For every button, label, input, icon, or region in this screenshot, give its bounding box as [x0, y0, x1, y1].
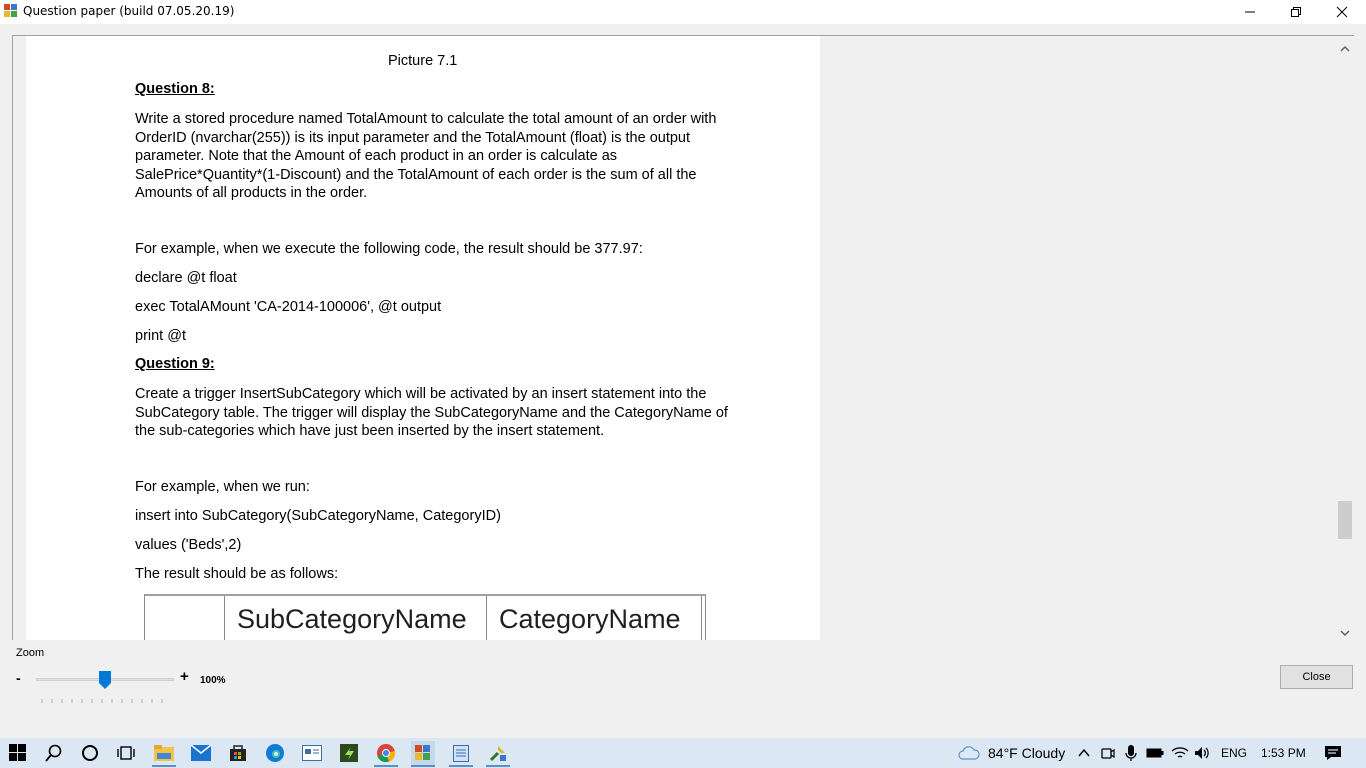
- question-9-example-intro: For example, when we run:: [135, 479, 310, 495]
- question-8-line: Write a stored procedure named TotalAmou…: [135, 111, 717, 127]
- question-8-heading: Question 8:: [135, 81, 215, 97]
- chevron-up-icon[interactable]: [1072, 741, 1096, 765]
- microphone-icon[interactable]: [1119, 741, 1143, 765]
- question-8-code-line: exec TotalAMount 'CA-2014-100006', @t ou…: [135, 299, 442, 315]
- zoom-level-value: 100%: [200, 675, 226, 686]
- mail-icon[interactable]: [189, 741, 213, 765]
- notepad-icon[interactable]: [449, 741, 473, 765]
- title-bar: Question paper (build 07.05.20.19): [0, 0, 1366, 24]
- chrome-icon[interactable]: [374, 741, 398, 765]
- weather-icon[interactable]: [957, 741, 981, 765]
- scroll-up-icon[interactable]: [1340, 41, 1350, 52]
- scroll-down-icon[interactable]: [1340, 625, 1350, 637]
- windows-start-icon[interactable]: [6, 741, 30, 765]
- question-9-line: Create a trigger InsertSubCategory which…: [135, 386, 707, 402]
- task-view-icon[interactable]: [114, 741, 138, 765]
- question-paper-app-icon[interactable]: [411, 741, 435, 765]
- zoom-panel: Zoom - + 100% Close: [0, 642, 1366, 738]
- question-8-code-line: print @t: [135, 328, 186, 344]
- active-indicator: [486, 765, 510, 767]
- zoom-label: Zoom: [16, 647, 45, 659]
- zoom-slider-ticks: [41, 690, 173, 703]
- minimize-button[interactable]: [1227, 0, 1273, 24]
- vertical-scrollbar[interactable]: [1335, 36, 1354, 640]
- weather-text[interactable]: 84°F Cloudy: [988, 745, 1065, 761]
- question-9-code-line: values ('Beds',2): [135, 537, 242, 553]
- table-header-cell: SubCategoryName: [225, 596, 487, 640]
- meet-now-icon[interactable]: [1096, 741, 1120, 765]
- question-8-line: OrderID (nvarchar(255)) is its input par…: [135, 129, 691, 146]
- table-header-cell: [145, 596, 225, 640]
- close-button[interactable]: Close: [1280, 665, 1353, 689]
- zoom-slider-thumb[interactable]: [99, 671, 111, 689]
- scrollbar-thumb[interactable]: [1338, 501, 1352, 539]
- active-indicator: [374, 765, 398, 767]
- taskbar: 84°F Cloudy ENG 1:53 PM: [0, 738, 1366, 768]
- question-9-line: the sub-categories which have just been …: [135, 423, 605, 439]
- cortana-icon[interactable]: [78, 741, 102, 765]
- clock[interactable]: 1:53 PM: [1261, 746, 1306, 760]
- document-viewer[interactable]: Picture 7.1 Question 8: Write a stored p…: [12, 35, 1354, 640]
- app-icon: [4, 4, 18, 18]
- restore-button[interactable]: [1273, 0, 1319, 24]
- notification-icon[interactable]: [1321, 741, 1345, 765]
- document-page: Picture 7.1 Question 8: Write a stored p…: [26, 36, 820, 640]
- active-indicator: [411, 765, 435, 767]
- close-window-button[interactable]: [1319, 0, 1365, 24]
- edge-icon[interactable]: [263, 741, 287, 765]
- volume-icon[interactable]: [1191, 741, 1215, 765]
- question-8-line: SalePrice*Quantity*(1-Discount) and the …: [135, 166, 697, 183]
- language-indicator[interactable]: ENG: [1221, 746, 1247, 760]
- question-9-result-intro: The result should be as follows:: [135, 566, 339, 582]
- question-8-text: Write a stored procedure named TotalAmou…: [135, 110, 716, 203]
- zoom-out-button[interactable]: -: [16, 670, 21, 686]
- wifi-icon[interactable]: [1168, 741, 1192, 765]
- green-app-icon[interactable]: [337, 741, 361, 765]
- tool-app-icon[interactable]: [486, 741, 510, 765]
- question-9-code-line: insert into SubCategory(SubCategoryName,…: [135, 508, 501, 524]
- table-header-cell: CategoryName: [487, 596, 702, 640]
- question-8-code-line: declare @t float: [135, 270, 237, 286]
- question-8-line: Amounts of all products in the order.: [135, 185, 368, 201]
- question-9-text: Create a trigger InsertSubCategory which…: [135, 385, 728, 441]
- zoom-in-button[interactable]: +: [180, 668, 189, 685]
- file-explorer-icon[interactable]: [152, 741, 176, 765]
- active-indicator: [152, 765, 176, 767]
- question-9-heading: Question 9:: [135, 356, 215, 372]
- question-8-example-intro: For example, when we execute the followi…: [135, 241, 643, 257]
- window-title: Question paper (build 07.05.20.19): [23, 4, 235, 18]
- battery-icon[interactable]: [1143, 741, 1167, 765]
- result-table-image: SubCategoryName CategoryName: [144, 594, 706, 640]
- store-icon[interactable]: [226, 741, 250, 765]
- active-indicator: [449, 765, 473, 767]
- question-8-line: parameter. Note that the Amount of each …: [135, 148, 618, 164]
- app-window-icon[interactable]: [300, 741, 324, 765]
- search-icon[interactable]: [42, 741, 66, 765]
- picture-caption: Picture 7.1: [388, 53, 458, 69]
- question-9-line: SubCategory table. The trigger will disp…: [135, 404, 728, 421]
